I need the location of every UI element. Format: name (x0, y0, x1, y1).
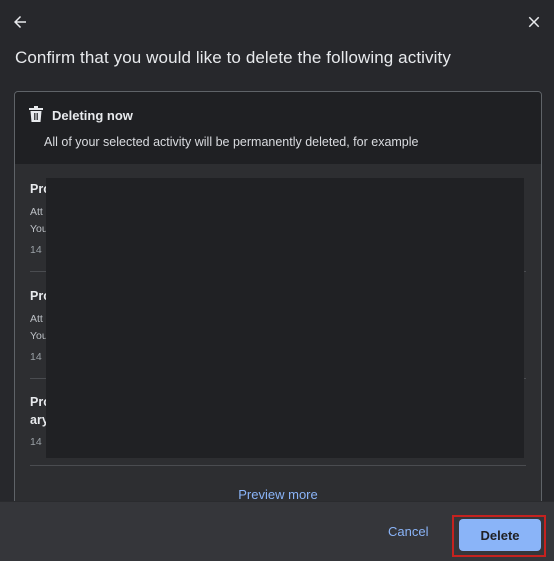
close-button[interactable] (520, 8, 548, 36)
close-icon (528, 16, 540, 28)
divider (30, 465, 526, 466)
cancel-button[interactable]: Cancel (388, 524, 428, 539)
activity-panel: Deleting now All of your selected activi… (14, 91, 542, 513)
deleting-notice: Deleting now All of your selected activi… (15, 92, 541, 164)
dialog-footer: Cancel Delete (0, 501, 554, 561)
dialog-title: Confirm that you would like to delete th… (15, 48, 451, 67)
redacted-overlay (46, 178, 524, 458)
delete-button[interactable]: Delete (459, 519, 541, 551)
arrow-back-icon (14, 16, 26, 28)
dialog-header (0, 0, 554, 44)
notice-heading: Deleting now (52, 108, 133, 123)
preview-more-link[interactable]: Preview more (15, 487, 541, 502)
back-button[interactable] (6, 8, 34, 36)
notice-description: All of your selected activity will be pe… (44, 135, 419, 149)
trash-icon (29, 106, 43, 122)
